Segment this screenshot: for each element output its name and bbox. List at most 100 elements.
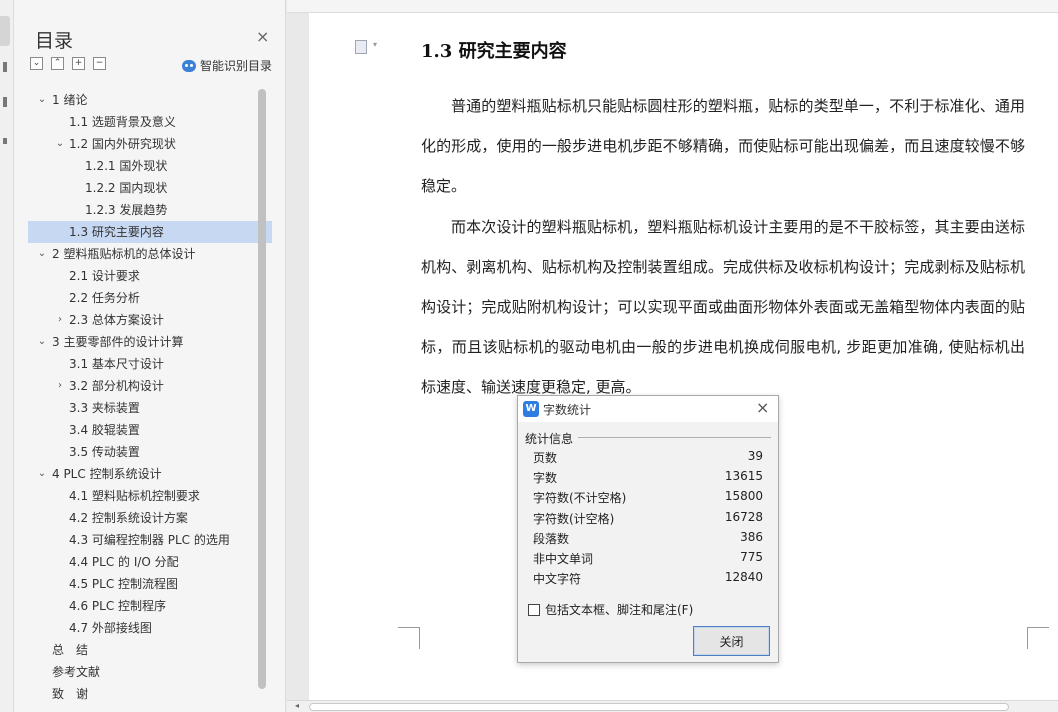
toc-item[interactable]: ⌄ 4 PLC 控制系统设计 <box>28 463 272 485</box>
chevron-down-icon[interactable]: ⌄ <box>36 463 48 485</box>
chevron-down-icon[interactable]: ⌄ <box>36 89 48 111</box>
toc-item[interactable]: 2.1 设计要求 <box>28 265 272 287</box>
toc-item[interactable]: › 3.2 部分机构设计 <box>28 375 272 397</box>
dialog-titlebar: W 字数统计 × <box>518 396 778 422</box>
stat-value: 386 <box>740 529 763 544</box>
toc-item[interactable]: 1.3 研究主要内容 <box>28 221 272 243</box>
stat-row: 字数 13615 <box>533 469 763 489</box>
toc-item[interactable]: 1.2.3 发展趋势 <box>28 199 272 221</box>
minus-icon[interactable]: − <box>93 57 106 70</box>
toc-item[interactable]: 4.4 PLC 的 I/O 分配 <box>28 551 272 573</box>
paragraph: 而本次设计的塑料瓶贴标机，塑料瓶贴标机设计主要用的是不干胶标签，其主要由送标机构… <box>421 217 1025 397</box>
stat-label: 字符数(不计空格) <box>533 491 627 506</box>
stat-value: 15800 <box>724 489 763 504</box>
toc-item[interactable]: ⌄ 1 绪论 <box>28 89 272 111</box>
toc-item[interactable]: 4.1 塑料贴标机控制要求 <box>28 485 272 507</box>
toc-item[interactable]: 致 谢 <box>28 683 272 705</box>
toc-item[interactable]: ⌄ 3 主要零部件的设计计算 <box>28 331 272 353</box>
toc-item-label: 1 绪论 <box>52 93 88 107</box>
toc-item[interactable]: 4.5 PLC 控制流程图 <box>28 573 272 595</box>
toc-list: ⌄ 1 绪论 1.1 选题背景及意义 ⌄ 1.2 国内外研究现状 1.2.1 国外现状 1.… <box>28 89 272 705</box>
toc-item[interactable]: 3.4 胶辊装置 <box>28 419 272 441</box>
chevron-down-icon[interactable]: ⌄ <box>54 133 66 155</box>
checkbox-label: 包括文本框、脚注和尾注(F) <box>545 603 694 617</box>
stats-table: 页数 39 字数 13615 字符数(不计空格) 15800 字符数(计空格) 16728 段落… <box>533 449 763 590</box>
wps-logo-icon: W <box>523 401 539 417</box>
chevron-right-icon[interactable]: › <box>54 375 66 397</box>
word-count-dialog: W 字数统计 × 统计信息 页数 39 字数 13615 字符数(不计空格) 15800 字… <box>517 395 779 663</box>
toc-item[interactable]: 总 结 <box>28 639 272 661</box>
stat-row: 字符数(不计空格) 15800 <box>533 489 763 509</box>
toc-item-label: 参考文献 <box>52 665 101 679</box>
toc-item[interactable]: ⌄ 2 塑料瓶贴标机的总体设计 <box>28 243 272 265</box>
toc-item[interactable]: › 2.3 总体方案设计 <box>28 309 272 331</box>
expand-icon[interactable]: ⌃ <box>51 57 64 70</box>
toc-item-label: 4.2 控制系统设计方案 <box>69 511 188 525</box>
stat-label: 段落数 <box>533 531 570 546</box>
paragraph-style-icon[interactable] <box>355 40 367 54</box>
toc-item[interactable]: ⌄ 1.2 国内外研究现状 <box>28 133 272 155</box>
toc-item[interactable]: 3.1 基本尺寸设计 <box>28 353 272 375</box>
close-button[interactable]: 关闭 <box>693 626 770 656</box>
toc-item[interactable]: 2.2 任务分析 <box>28 287 272 309</box>
scroll-left-icon[interactable]: ◂ <box>295 701 299 710</box>
toc-item-label: 4.3 可编程控制器 PLC 的选用 <box>69 533 230 547</box>
toc-item[interactable]: 4.3 可编程控制器 PLC 的选用 <box>28 529 272 551</box>
toc-item-label: 3.1 基本尺寸设计 <box>69 357 164 371</box>
smart-toc-label: 智能识别目录 <box>200 59 273 73</box>
plus-icon[interactable]: + <box>72 57 85 70</box>
stat-value: 775 <box>740 549 763 564</box>
stat-row: 页数 39 <box>533 449 763 469</box>
toc-item-label: 1.2 国内外研究现状 <box>69 137 176 151</box>
toc-item[interactable]: 3.3 夹标装置 <box>28 397 272 419</box>
stats-group-label: 统计信息 <box>525 432 574 446</box>
toc-item-label: 4.7 外部接线图 <box>69 621 152 635</box>
horizontal-scrollbar[interactable]: ◂ <box>287 700 1058 712</box>
toc-item-label: 3.2 部分机构设计 <box>69 379 164 393</box>
toc-item[interactable]: 1.1 选题背景及意义 <box>28 111 272 133</box>
toc-toolbar: ⌄ ⌃ + − <box>30 57 106 70</box>
paragraph: 普通的塑料瓶贴标机只能贴标圆柱形的塑料瓶，贴标的类型单一，不利于标准化、通用化的… <box>421 97 1025 196</box>
chevron-down-icon[interactable]: ▾ <box>373 40 377 49</box>
side-tab-marker[interactable] <box>3 62 7 72</box>
toc-item[interactable]: 1.2.2 国内现状 <box>28 177 272 199</box>
toc-item[interactable]: 4.7 外部接线图 <box>28 617 272 639</box>
checkbox-box[interactable] <box>528 603 540 616</box>
stat-label: 中文字符 <box>533 572 582 587</box>
toc-item[interactable]: 3.5 传动装置 <box>28 441 272 463</box>
stat-row: 字符数(计空格) 16728 <box>533 510 763 530</box>
toc-item[interactable]: 4.2 控制系统设计方案 <box>28 507 272 529</box>
side-tab-marker[interactable] <box>3 138 7 144</box>
stat-value: 12840 <box>724 570 763 585</box>
toc-item-label: 4 PLC 控制系统设计 <box>52 467 162 481</box>
include-textbox-checkbox[interactable]: 包括文本框、脚注和尾注(F) <box>528 601 693 618</box>
close-icon[interactable]: × <box>256 27 269 46</box>
toc-scrollbar[interactable] <box>258 89 266 689</box>
stat-label: 字数 <box>533 471 558 486</box>
toc-item-label: 3.3 夹标装置 <box>69 401 140 415</box>
smart-toc-button[interactable]: 智能识别目录 <box>182 57 272 74</box>
toc-item[interactable]: 4.6 PLC 控制程序 <box>28 595 272 617</box>
toc-item-label: 4.6 PLC 控制程序 <box>69 599 167 613</box>
toc-item-label: 2.2 任务分析 <box>69 291 140 305</box>
toc-item-label: 1.3 研究主要内容 <box>69 225 164 239</box>
chevron-down-icon[interactable]: ⌄ <box>36 243 48 265</box>
stat-label: 非中文单词 <box>533 551 594 566</box>
toc-item[interactable]: 1.2.1 国外现状 <box>28 155 272 177</box>
toc-item[interactable]: 参考文献 <box>28 661 272 683</box>
toc-tab-indicator[interactable] <box>0 16 10 46</box>
toc-item-label: 4.1 塑料贴标机控制要求 <box>69 489 200 503</box>
stat-label: 页数 <box>533 451 558 465</box>
toc-item-label: 3 主要零部件的设计计算 <box>52 335 184 349</box>
side-tab-marker[interactable] <box>3 97 7 107</box>
close-icon[interactable]: × <box>756 398 769 417</box>
toc-item-label: 总 结 <box>52 643 89 657</box>
chevron-right-icon[interactable]: › <box>54 309 66 331</box>
chevron-down-icon[interactable]: ⌄ <box>36 331 48 353</box>
robot-icon <box>182 59 196 72</box>
toc-item-label: 致 谢 <box>52 687 89 701</box>
scrollbar-thumb[interactable] <box>309 703 1009 711</box>
toc-item-label: 2.3 总体方案设计 <box>69 313 164 327</box>
stat-value: 16728 <box>724 509 763 524</box>
collapse-icon[interactable]: ⌄ <box>30 57 43 70</box>
